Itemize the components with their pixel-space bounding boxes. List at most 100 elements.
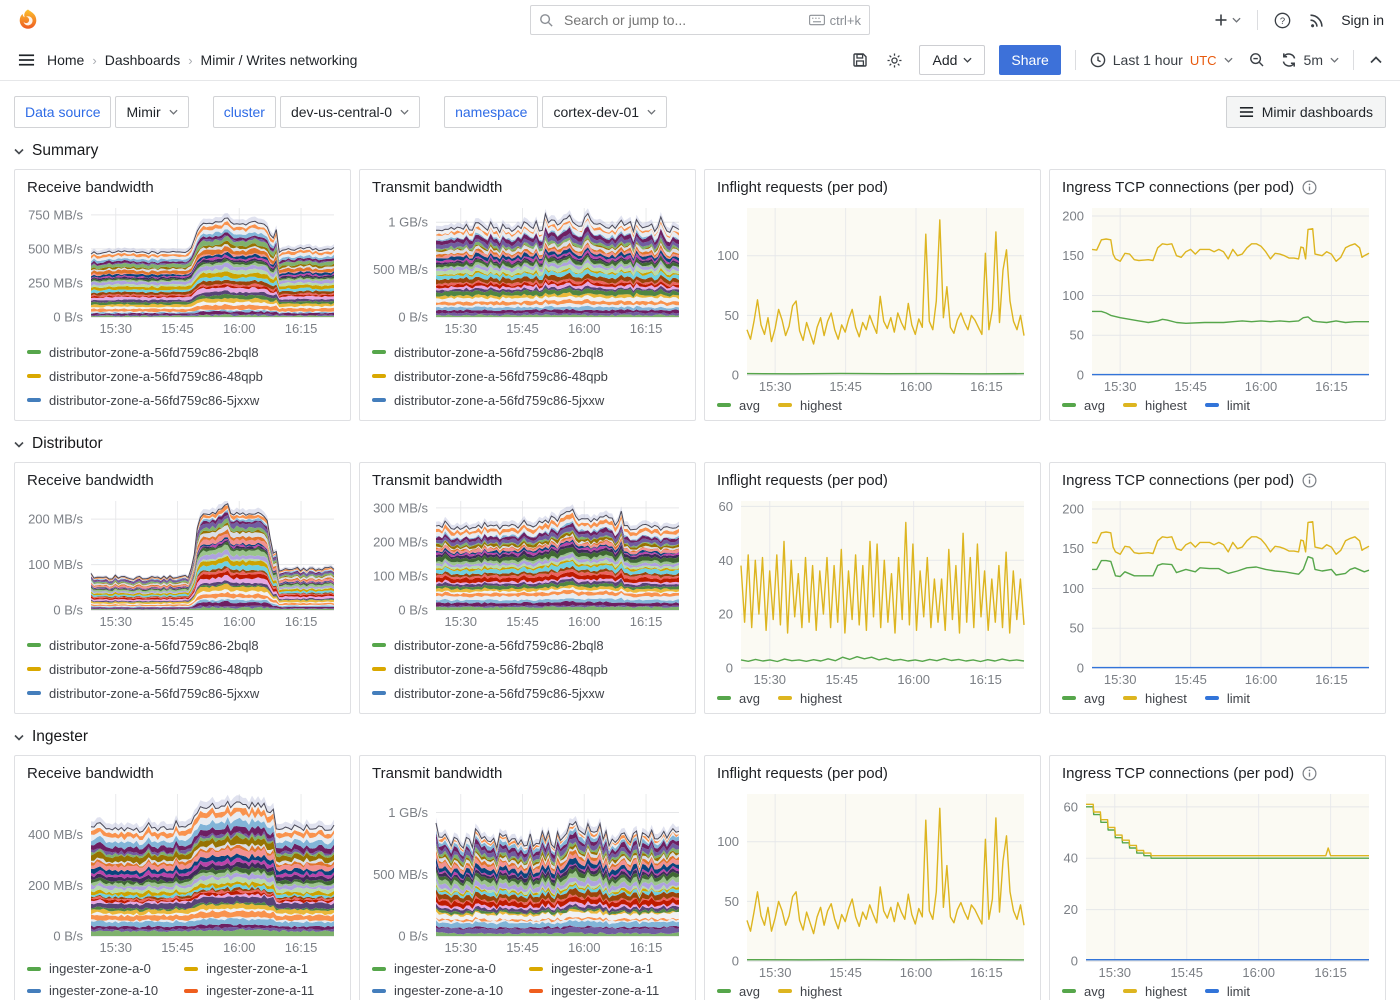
time-series-chart[interactable]: 400 MB/s200 MB/s0 B/s15:3015:4516:0016:1…: [21, 786, 342, 957]
collapse-toolbar-button[interactable]: [1368, 54, 1384, 66]
legend-item[interactable]: distributor-zone-a-56fd759c86-48qpb: [372, 657, 683, 681]
chart-area[interactable]: 1 GB/s500 MB/s0 B/s15:3015:4516:0016:15: [360, 198, 695, 338]
legend-item[interactable]: limit: [1205, 984, 1250, 999]
time-series-chart[interactable]: 604020015:3015:4516:0016:15: [711, 493, 1032, 689]
time-series-chart[interactable]: 20015010050015:3015:4516:0016:15: [1056, 493, 1377, 689]
search-box[interactable]: ctrl+k: [530, 5, 870, 35]
legend-item[interactable]: avg: [1062, 984, 1105, 999]
time-series-chart[interactable]: 604020015:3015:4516:0016:15: [1056, 786, 1377, 982]
legend-item[interactable]: distributor-zone-a-56fd759c86-5jxxw: [372, 388, 683, 412]
sign-in-button[interactable]: Sign in: [1341, 12, 1384, 28]
info-icon[interactable]: [1302, 473, 1317, 488]
legend-item[interactable]: distributor-zone-a-56fd759c86-5jxxw: [27, 681, 338, 705]
panel-title[interactable]: Receive bandwidth: [27, 765, 154, 782]
legend-item[interactable]: distributor-zone-a-56fd759c86-48qpb: [27, 657, 338, 681]
chart-area[interactable]: 300 MB/s200 MB/s100 MB/s0 B/s15:3015:451…: [360, 491, 695, 631]
datasource-select[interactable]: Mimir: [115, 96, 188, 128]
legend-item[interactable]: distributor-zone-a-56fd759c86-48qpb: [27, 364, 338, 388]
time-series-chart[interactable]: 300 MB/s200 MB/s100 MB/s0 B/s15:3015:451…: [366, 493, 687, 631]
dashboard-settings-button[interactable]: [884, 50, 905, 71]
legend-item[interactable]: highest: [778, 691, 842, 706]
legend-item[interactable]: ingester-zone-a-0: [372, 961, 503, 976]
legend-item[interactable]: ingester-zone-a-11: [184, 983, 314, 998]
legend-item[interactable]: highest: [778, 398, 842, 413]
cluster-select[interactable]: dev-us-central-0: [280, 96, 420, 128]
legend-item[interactable]: ingester-zone-a-10: [27, 983, 158, 998]
time-series-chart[interactable]: 200 MB/s100 MB/s0 B/s15:3015:4516:0016:1…: [21, 493, 342, 631]
legend-item[interactable]: highest: [1123, 398, 1187, 413]
namespace-select[interactable]: cortex-dev-01: [542, 96, 667, 128]
panel-title[interactable]: Inflight requests (per pod): [717, 472, 888, 489]
time-series-chart[interactable]: 20015010050015:3015:4516:0016:15: [1056, 200, 1377, 396]
chart-area[interactable]: 20015010050015:3015:4516:0016:15: [1050, 198, 1385, 396]
legend-item[interactable]: distributor-zone-a-56fd759c86-5jxxw: [27, 388, 338, 412]
search-input[interactable]: [562, 11, 801, 29]
legend-item[interactable]: distributor-zone-a-56fd759c86-2bql8: [27, 633, 338, 657]
legend-item[interactable]: avg: [717, 984, 760, 999]
legend-item[interactable]: limit: [1205, 398, 1250, 413]
time-series-chart[interactable]: 1 GB/s500 MB/s0 B/s15:3015:4516:0016:15: [366, 200, 687, 338]
panel-title[interactable]: Receive bandwidth: [27, 472, 154, 489]
legend-item[interactable]: avg: [717, 691, 760, 706]
panel-title[interactable]: Transmit bandwidth: [372, 179, 502, 196]
legend-item[interactable]: ingester-zone-a-1: [529, 961, 659, 976]
legend-item[interactable]: ingester-zone-a-0: [27, 961, 158, 976]
breadcrumb-dashboards[interactable]: Dashboards: [105, 52, 181, 68]
info-icon[interactable]: [1302, 766, 1317, 781]
chart-area[interactable]: 604020015:3015:4516:0016:15: [705, 491, 1040, 689]
panel-title[interactable]: Ingress TCP connections (per pod): [1062, 472, 1294, 489]
panel-title[interactable]: Receive bandwidth: [27, 179, 154, 196]
legend-item[interactable]: distributor-zone-a-56fd759c86-5jxxw: [372, 681, 683, 705]
time-range-picker[interactable]: Last 1 hour UTC: [1090, 52, 1233, 68]
add-panel-button[interactable]: Add: [919, 45, 985, 75]
row-header-distributor[interactable]: Distributor: [14, 435, 1386, 453]
chart-area[interactable]: 200 MB/s100 MB/s0 B/s15:3015:4516:0016:1…: [15, 491, 350, 631]
chart-area[interactable]: 1 GB/s500 MB/s0 B/s15:3015:4516:0016:15: [360, 784, 695, 957]
legend-item[interactable]: distributor-zone-a-56fd759c86-2bql8: [372, 340, 683, 364]
chevron-down-icon: [14, 734, 24, 741]
legend-item[interactable]: highest: [778, 984, 842, 999]
grafana-logo-icon[interactable]: [16, 8, 40, 32]
legend-item[interactable]: ingester-zone-a-11: [529, 983, 659, 998]
save-dashboard-button[interactable]: [850, 50, 870, 70]
mimir-dashboards-button[interactable]: Mimir dashboards: [1226, 96, 1386, 128]
legend-item[interactable]: ingester-zone-a-10: [372, 983, 503, 998]
menu-toggle-button[interactable]: [16, 51, 37, 69]
time-series-chart[interactable]: 10050015:3015:4516:0016:15: [711, 786, 1032, 982]
panel-title[interactable]: Ingress TCP connections (per pod): [1062, 765, 1294, 782]
row-header-ingester[interactable]: Ingester: [14, 728, 1386, 746]
legend-item[interactable]: highest: [1123, 691, 1187, 706]
legend-item[interactable]: avg: [717, 398, 760, 413]
panel-title[interactable]: Ingress TCP connections (per pod): [1062, 179, 1294, 196]
legend-item[interactable]: ingester-zone-a-1: [184, 961, 314, 976]
time-series-chart[interactable]: 1 GB/s500 MB/s0 B/s15:3015:4516:0016:15: [366, 786, 687, 957]
breadcrumb-home[interactable]: Home: [47, 52, 84, 68]
time-series-chart[interactable]: 10050015:3015:4516:0016:15: [711, 200, 1032, 396]
legend-item[interactable]: distributor-zone-a-56fd759c86-2bql8: [372, 633, 683, 657]
row-header-summary[interactable]: Summary: [14, 142, 1386, 160]
legend-item[interactable]: limit: [1205, 691, 1250, 706]
zoom-out-time-button[interactable]: [1247, 50, 1267, 70]
chart-area[interactable]: 750 MB/s500 MB/s250 MB/s0 B/s15:3015:451…: [15, 198, 350, 338]
share-button[interactable]: Share: [999, 45, 1060, 75]
chart-area[interactable]: 20015010050015:3015:4516:0016:15: [1050, 491, 1385, 689]
new-menu-button[interactable]: [1211, 10, 1243, 30]
time-series-chart[interactable]: 750 MB/s500 MB/s250 MB/s0 B/s15:3015:451…: [21, 200, 342, 338]
legend-item[interactable]: avg: [1062, 398, 1105, 413]
chart-area[interactable]: 10050015:3015:4516:0016:15: [705, 198, 1040, 396]
chart-area[interactable]: 10050015:3015:4516:0016:15: [705, 784, 1040, 982]
legend-item[interactable]: distributor-zone-a-56fd759c86-2bql8: [27, 340, 338, 364]
help-button[interactable]: ?: [1272, 10, 1293, 31]
legend-item[interactable]: highest: [1123, 984, 1187, 999]
refresh-picker[interactable]: 5m: [1281, 52, 1339, 68]
legend-item[interactable]: avg: [1062, 691, 1105, 706]
panel-title[interactable]: Transmit bandwidth: [372, 472, 502, 489]
panel-title[interactable]: Transmit bandwidth: [372, 765, 502, 782]
chart-area[interactable]: 400 MB/s200 MB/s0 B/s15:3015:4516:0016:1…: [15, 784, 350, 957]
chart-area[interactable]: 604020015:3015:4516:0016:15: [1050, 784, 1385, 982]
legend-item[interactable]: distributor-zone-a-56fd759c86-48qpb: [372, 364, 683, 388]
info-icon[interactable]: [1302, 180, 1317, 195]
news-button[interactable]: [1307, 10, 1327, 30]
panel-title[interactable]: Inflight requests (per pod): [717, 179, 888, 196]
panel-title[interactable]: Inflight requests (per pod): [717, 765, 888, 782]
